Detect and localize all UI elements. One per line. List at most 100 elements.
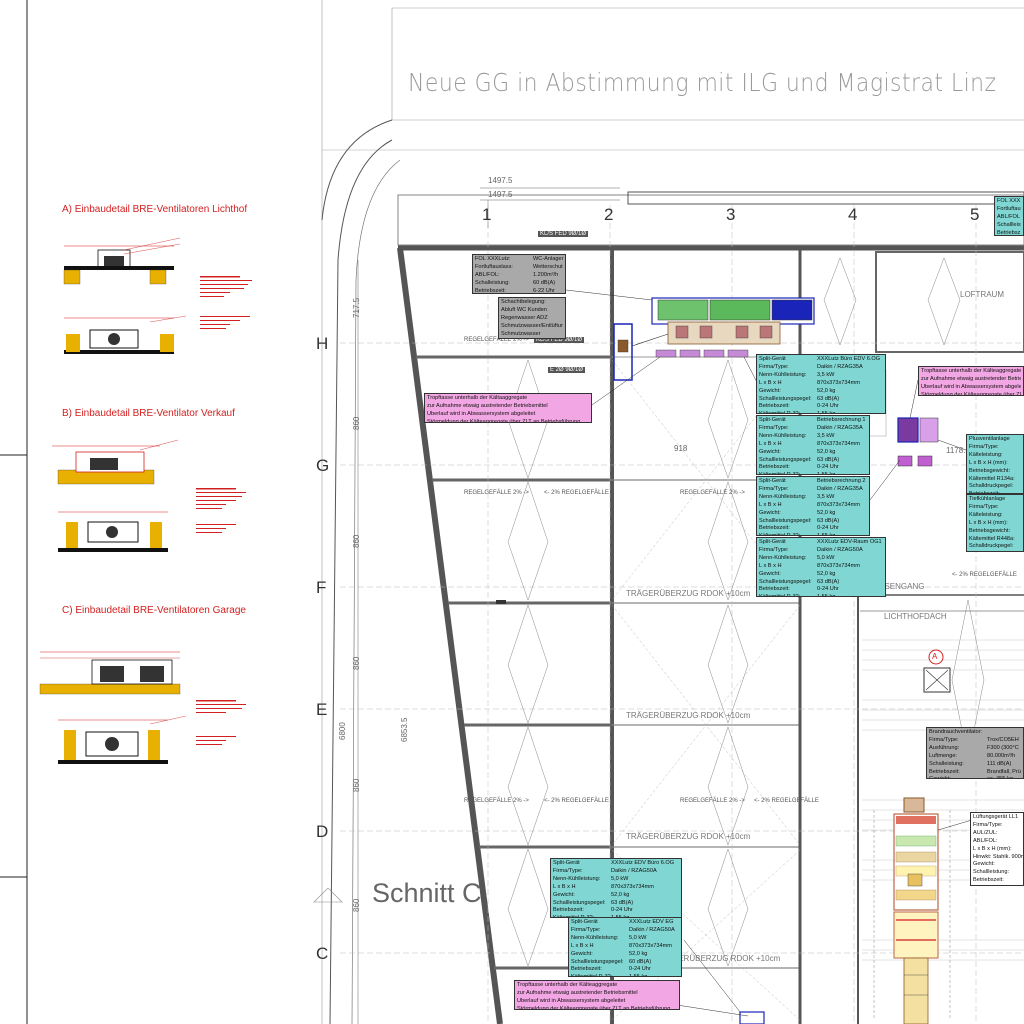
slope-label: REGELGEFÄLLE 2% -> xyxy=(680,490,745,496)
info-value: 1.200m³/h xyxy=(533,271,559,278)
info-key: L x B x H xyxy=(759,501,782,508)
info-row: L x B x H (mm): xyxy=(973,846,1021,854)
info-row: Firma/Type: xyxy=(969,444,1021,452)
info-key: L x B x H xyxy=(759,562,782,569)
info-line: Störmeldung der Kälteaggregate über ZLT … xyxy=(921,391,1021,396)
section-title: Schnitt C xyxy=(372,878,482,908)
info-row: L x B x H 870x373x734mm xyxy=(553,884,679,892)
info-line: Überlauf wird in Abwassersystem abgeleit… xyxy=(517,997,626,1004)
info-row: Kältemittel R-32:1,55 kg xyxy=(759,472,867,474)
info-value xyxy=(987,729,1021,737)
info-value: Betriebsrechnung 2 xyxy=(817,478,866,484)
info-row: Schalleistung: 60 dB(A) xyxy=(475,280,563,288)
info-line: Fortluftaus xyxy=(997,205,1021,212)
info-value: 111 dB(A) xyxy=(987,760,1012,767)
info-key: Firma/Type: xyxy=(759,485,789,492)
info-value: 63 dB(A) xyxy=(817,578,840,585)
info-line: Schachtbelegung: xyxy=(501,299,546,305)
info-value: 0-24 Uhr xyxy=(629,966,651,973)
info-row: Split-Gerät XXXLutz Büro EDV 6.OG xyxy=(759,356,883,364)
smoke-fan-box: Brandrauchventilator: Firma/Type: Trox/CO5… xyxy=(926,727,1024,779)
info-value: 5,0 kW xyxy=(611,875,629,882)
info-value: 1,55 kg xyxy=(817,411,883,413)
info-value: 1,55 kg xyxy=(629,974,679,976)
info-key: Ausführung: xyxy=(929,744,960,751)
info-key: Firma/Type: xyxy=(759,546,789,553)
info-value: Betriebsrechnung 1 xyxy=(817,417,866,423)
info-key: Nenn-Kühlleistung: xyxy=(759,554,807,561)
info-value: 870x373x734mm xyxy=(817,562,860,569)
grid-row-label: D xyxy=(316,822,329,841)
info-key: L x B x H (mm): xyxy=(969,519,1008,526)
info-row: Gewicht: 52,0 kg xyxy=(759,388,883,396)
info-value: 0-24 Uhr xyxy=(817,525,839,532)
info-value: XXXLutz EDV EG xyxy=(629,919,674,925)
info-value: 1,55 kg xyxy=(817,594,883,596)
info-key: Schallleistung: xyxy=(973,869,1010,876)
info-value: 63 dB(A) xyxy=(611,899,634,906)
info-value: F300 (300°C xyxy=(987,744,1019,751)
fol-wc-box: FOL XXXLutz: WC-Anlagen Fortluftauslass: We… xyxy=(472,254,566,294)
info-key: Schallleistungspegel: xyxy=(759,517,812,524)
info-row: Gewicht: 52,0 kg xyxy=(759,449,867,457)
info-row: Split-Gerät Betriebsrechnung 2 xyxy=(759,478,867,486)
info-value: 0-24 Uhr xyxy=(611,907,633,914)
dimension-label: 860 xyxy=(352,534,361,548)
info-key: Schallleistungspegel: xyxy=(553,899,606,906)
info-line: Abluft WC Kunden xyxy=(501,306,548,313)
info-row: Gewicht: 52,0 kg xyxy=(759,571,883,579)
info-row: Kältemittel R-32:1,55 kg xyxy=(759,533,867,535)
info-key: Schalleistung: xyxy=(929,760,964,767)
info-value: 6-22 Uhr xyxy=(533,287,555,294)
info-key: Lüftungsgerät LL1 xyxy=(973,814,1019,820)
info-key: Nenn-Kühlleistung: xyxy=(759,493,807,500)
info-key: FOL XXXLutz: xyxy=(475,256,511,262)
info-key: Firma/Type: xyxy=(759,363,789,370)
info-line: Tropftasse unterhalb der Kälteaggregate xyxy=(517,982,618,988)
info-row: L x B x H 870x373x734mm xyxy=(759,441,867,449)
info-key: Betriebszeit: xyxy=(759,586,790,593)
info-row: Firma/Type: xyxy=(969,504,1021,512)
info-value: ca. 455 kg xyxy=(987,776,1021,778)
info-row: Ausführung: F300 (300°C xyxy=(929,745,1021,753)
info-row: Betriebszeit: xyxy=(969,551,1021,552)
grid-column-label: 5 xyxy=(970,205,980,224)
info-row: Gewicht:ca. 455 kg xyxy=(929,776,1021,778)
info-key: Firma/Type: xyxy=(973,821,1003,828)
info-key: Kältemittel R-32: xyxy=(571,974,629,976)
info-key: Schallleistungspegel: xyxy=(759,578,812,585)
info-row: Schallleistungspegel: 63 dB(A) xyxy=(759,396,883,404)
info-key: L x B x H xyxy=(759,440,782,447)
info-key: Betriebszeit: xyxy=(969,551,1024,552)
slope-label: <- 2% REGELGEFÄLLE xyxy=(544,798,609,804)
grid-column-label: 4 xyxy=(848,205,858,224)
info-value: 52,0 kg xyxy=(629,950,648,957)
info-key: Betriebsgewicht: xyxy=(969,467,1011,474)
info-row: ABL/FOL: xyxy=(973,838,1021,846)
info-key: Firma/Type: xyxy=(759,424,789,431)
info-value: 0-24 Uhr xyxy=(817,586,839,593)
info-key: Brandrauchventilator: xyxy=(929,729,983,735)
info-value: 870x373x734mm xyxy=(817,440,860,447)
slope-label: <- 2% REGELGEFÄLLE xyxy=(952,572,1017,578)
info-value: 0-24 Uhr xyxy=(817,464,839,471)
info-key: Gewicht: xyxy=(929,776,987,778)
info-key: Betriebszeit: xyxy=(571,966,602,973)
info-key: Kältemittel R-32: xyxy=(759,594,817,596)
info-key: ABL/FOL: xyxy=(475,271,500,278)
info-line: ABL/FOL xyxy=(997,213,1021,220)
air-handler-box: Lüftungsgerät LL1 Firma/Type: AUL/ZUL: ABL/… xyxy=(970,812,1024,886)
dimension-label: 918 xyxy=(674,444,688,453)
info-value: XXXLutz EDV Büro 6.OG xyxy=(611,860,675,866)
info-key: Nenn-Kühlleistung: xyxy=(759,371,807,378)
area-label: LICHTHOFDACH xyxy=(884,612,947,621)
grid-column-label: 1 xyxy=(482,205,492,224)
info-key: Betriebszeit: xyxy=(553,907,584,914)
info-key: Gewicht: xyxy=(759,387,781,394)
info-row: Schallleistungspegel: 60 dB(A) xyxy=(571,959,679,967)
info-key: Kältemittel R-32: xyxy=(759,472,817,474)
info-key: AUL/ZUL: xyxy=(973,829,998,836)
info-row: Split-Gerät Betriebsrechnung 1 xyxy=(759,417,867,425)
info-row: Firma/Type: xyxy=(973,822,1021,830)
info-line: Störmeldung der Kälteaggregate über ZLT … xyxy=(517,1005,671,1010)
